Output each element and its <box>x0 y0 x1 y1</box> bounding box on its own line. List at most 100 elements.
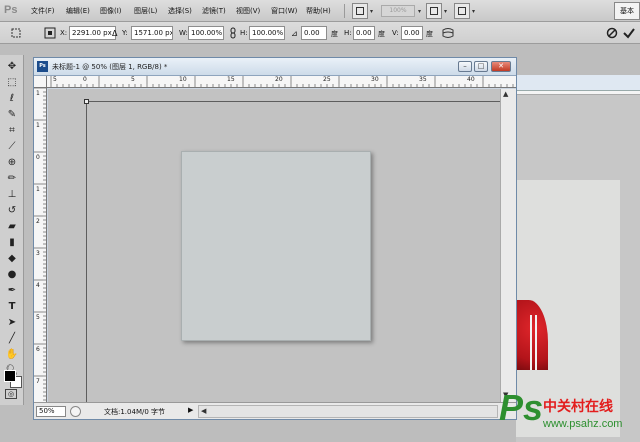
vertical-scrollbar[interactable]: ▲ ▼ <box>500 89 516 402</box>
document-window[interactable]: Ps 未标题-1 @ 50% (图层 1, RGB/8) * – □ ✕ 5 0… <box>33 57 517 420</box>
ruler-label: 5 <box>36 314 40 321</box>
screen-mode-button[interactable] <box>352 3 368 19</box>
watermark-url: www.psahz.com <box>543 418 623 430</box>
lasso-tool-icon[interactable]: ℓ <box>5 91 19 105</box>
reference-point-icon[interactable] <box>44 27 56 39</box>
tools-panel: ✥ ⬚ ℓ ✎ ⌗ ⟋ ⊕ ✏ ⊥ ↺ ▰ ▮ ◆ ● ✒ T ➤ ╱ ✋ 🔍︎ <box>0 55 24 405</box>
pasteboard[interactable] <box>48 89 500 402</box>
screen-layout-button[interactable] <box>454 3 470 19</box>
hand-tool-icon[interactable]: ✋ <box>5 347 19 361</box>
scroll-left-arrow-icon[interactable]: ◀ <box>201 407 206 415</box>
zoom-level-box[interactable]: 100% <box>381 5 415 17</box>
marquee-tool-icon[interactable]: ⬚ <box>5 75 19 89</box>
quick-select-tool-icon[interactable]: ✎ <box>5 107 19 121</box>
dodge-tool-icon[interactable]: ● <box>5 267 19 281</box>
healing-tool-icon[interactable]: ⊕ <box>5 155 19 169</box>
menu-help[interactable]: 帮助(H) <box>306 6 331 16</box>
document-title: 未标题-1 @ 50% (图层 1, RGB/8) * <box>52 63 168 71</box>
x-position-field[interactable]: 2291.00 px <box>69 26 116 40</box>
transform-tool-icon[interactable] <box>10 27 22 39</box>
move-tool-icon[interactable]: ✥ <box>5 59 19 73</box>
vertical-ruler-ticks <box>34 88 46 401</box>
document-titlebar[interactable]: Ps 未标题-1 @ 50% (图层 1, RGB/8) * – □ ✕ <box>34 58 516 76</box>
chevron-down-icon[interactable]: ▾ <box>418 8 421 15</box>
ruler-label: 1 <box>36 122 40 129</box>
width-field[interactable]: 100.00% <box>188 26 224 40</box>
eyedropper-tool-icon[interactable]: ⟋ <box>5 139 19 153</box>
menu-filter[interactable]: 滤镜(T) <box>202 6 226 16</box>
foreground-color-swatch[interactable] <box>4 370 16 382</box>
chevron-down-icon[interactable]: ▾ <box>472 8 475 15</box>
background-document-titlebar[interactable] <box>516 75 640 91</box>
rotation-field[interactable]: 0.00 <box>301 26 327 40</box>
cancel-transform-icon[interactable] <box>606 27 618 39</box>
y-label: Y: <box>122 29 128 37</box>
vertical-ruler[interactable]: 1 1 0 1 2 3 4 5 6 7 <box>34 88 47 402</box>
status-menu-arrow-icon[interactable]: ▶ <box>188 406 193 414</box>
menu-view[interactable]: 视图(V) <box>236 6 260 16</box>
jacket-stripe <box>535 315 537 370</box>
transform-corner-handle[interactable] <box>84 99 89 104</box>
type-tool-icon[interactable]: T <box>5 299 19 313</box>
jacket-stripe <box>530 315 532 370</box>
arrange-documents-button[interactable] <box>426 3 442 19</box>
menu-select[interactable]: 选择(S) <box>168 6 192 16</box>
pen-tool-icon[interactable]: ✒ <box>5 283 19 297</box>
horizontal-scrollbar[interactable]: ◀ <box>198 405 498 418</box>
ruler-origin[interactable] <box>34 76 47 88</box>
y-position-field[interactable]: 1571.00 px <box>131 26 173 40</box>
menu-image[interactable]: 图像(I) <box>100 6 122 16</box>
height-field[interactable]: 100.00% <box>249 26 285 40</box>
menu-file[interactable]: 文件(F) <box>31 6 55 16</box>
clone-stamp-tool-icon[interactable]: ⊥ <box>5 187 19 201</box>
ruler-label: 6 <box>36 346 40 353</box>
workspace-switcher[interactable]: 基本 <box>614 2 640 20</box>
maximize-button[interactable]: □ <box>474 61 488 72</box>
width-label: W: <box>179 29 188 37</box>
ruler-label: 7 <box>36 378 40 385</box>
eraser-tool-icon[interactable]: ▰ <box>5 219 19 233</box>
zoom-field[interactable]: 50% <box>36 406 66 417</box>
watermark-title: 中关村在线 <box>543 399 613 415</box>
menu-bar: Ps 文件(F) 编辑(E) 图像(I) 图层(L) 选择(S) 滤镜(T) 视… <box>0 0 640 22</box>
crop-tool-icon[interactable]: ⌗ <box>5 123 19 137</box>
scroll-up-arrow-icon[interactable]: ▲ <box>503 90 508 98</box>
path-select-tool-icon[interactable]: ➤ <box>5 315 19 329</box>
status-info-icon[interactable] <box>70 406 81 417</box>
h-skew-field[interactable]: 0.00 <box>353 26 375 40</box>
menu-window[interactable]: 窗口(W) <box>271 6 297 16</box>
brush-tool-icon[interactable]: ✏ <box>5 171 19 185</box>
document-size-info: 文档:1.04M/0 字节 <box>104 408 166 416</box>
warp-icon[interactable] <box>442 27 454 39</box>
minimize-button[interactable]: – <box>458 61 472 72</box>
ruler-label: 2 <box>36 218 40 225</box>
shape-tool-icon[interactable]: ╱ <box>5 331 19 345</box>
chevron-down-icon[interactable]: ▾ <box>444 8 447 15</box>
menu-layer[interactable]: 图层(L) <box>134 6 157 16</box>
x-label: X: <box>60 29 68 37</box>
screen-mode-icon <box>356 7 364 15</box>
rotation-unit: 度 <box>331 30 338 38</box>
ruler-label: 3 <box>36 250 40 257</box>
v-skew-field[interactable]: 0.00 <box>401 26 423 40</box>
link-icon[interactable] <box>227 27 239 39</box>
document-canvas[interactable] <box>181 151 371 341</box>
transform-bounding-edge-left[interactable] <box>86 101 87 402</box>
h-skew-label: H: <box>344 29 352 37</box>
ruler-label: 25 <box>323 76 331 83</box>
commit-transform-icon[interactable] <box>623 27 635 39</box>
transform-bounding-edge-top[interactable] <box>86 101 500 102</box>
relative-position-icon[interactable]: Δ <box>112 29 117 38</box>
status-bar: 50% 文档:1.04M/0 字节 ▶ ◀ <box>34 402 516 419</box>
quick-mask-icon[interactable]: ◎ <box>5 389 17 399</box>
history-brush-tool-icon[interactable]: ↺ <box>5 203 19 217</box>
options-bar: X: 2291.00 px Δ Y: 1571.00 px W: 100.00%… <box>0 22 640 44</box>
angle-icon: ⊿ <box>291 29 298 38</box>
gradient-tool-icon[interactable]: ▮ <box>5 235 19 249</box>
chevron-down-icon[interactable]: ▾ <box>370 8 373 15</box>
blur-tool-icon[interactable]: ◆ <box>5 251 19 265</box>
ruler-label: 0 <box>36 154 40 161</box>
close-button[interactable]: ✕ <box>491 61 511 72</box>
horizontal-ruler[interactable]: 5 0 5 10 15 20 25 30 35 40 <box>47 76 516 88</box>
menu-edit[interactable]: 编辑(E) <box>66 6 90 16</box>
